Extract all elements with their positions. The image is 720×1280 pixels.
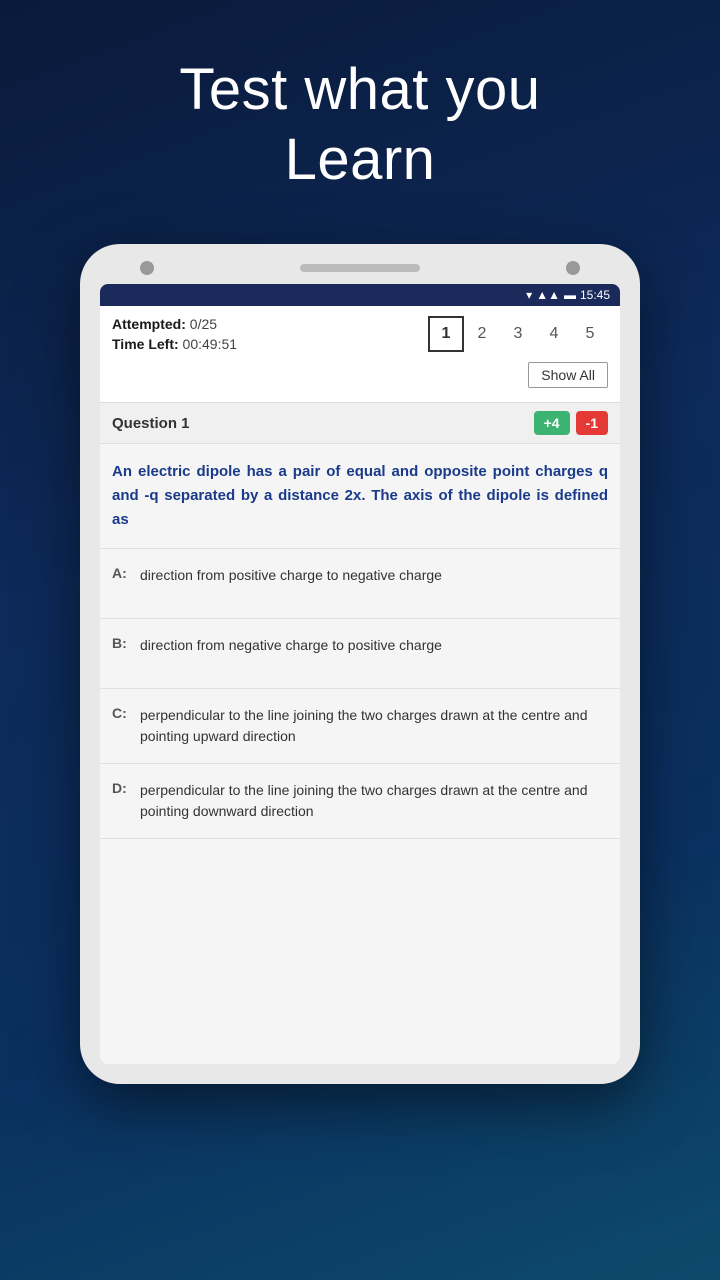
option-d-text: perpendicular to the line joining the tw…: [140, 780, 608, 822]
question-header: Question 1 +4 -1: [100, 403, 620, 444]
status-bar: ▾ ▲▲ ▬ 15:45: [100, 284, 620, 306]
negative-score-badge: -1: [576, 411, 608, 435]
q-num-1[interactable]: 1: [428, 316, 464, 352]
option-b[interactable]: B: direction from negative charge to pos…: [100, 619, 620, 689]
phone-camera-right: [566, 261, 580, 275]
option-b-text: direction from negative charge to positi…: [140, 635, 608, 656]
time-left-row: Time Left: 00:49:51: [112, 336, 428, 352]
quiz-header: Attempted: 0/25 Time Left: 00:49:51 1 2 …: [100, 306, 620, 403]
wifi-icon: ▾: [526, 288, 532, 302]
hero-title: Test what you Learn: [179, 55, 540, 194]
battery-icon: ▬: [564, 288, 576, 302]
q-num-5[interactable]: 5: [572, 316, 608, 352]
option-a[interactable]: A: direction from positive charge to neg…: [100, 549, 620, 619]
score-badges: +4 -1: [534, 411, 608, 435]
option-c-label: C:: [112, 705, 132, 721]
signal-icon: ▲▲: [536, 288, 560, 302]
option-c[interactable]: C: perpendicular to the line joining the…: [100, 689, 620, 764]
attempted-row: Attempted: 0/25: [112, 316, 428, 332]
time-display: 15:45: [580, 288, 610, 302]
phone-screen: ▾ ▲▲ ▬ 15:45 Attempted: 0/25 Time Left: …: [100, 284, 620, 1064]
q-num-4[interactable]: 4: [536, 316, 572, 352]
quiz-stats: Attempted: 0/25 Time Left: 00:49:51 1 2 …: [112, 316, 608, 356]
option-d-label: D:: [112, 780, 132, 796]
option-a-label: A:: [112, 565, 132, 581]
question-text: An electric dipole has a pair of equal a…: [100, 444, 620, 549]
status-icons: ▾ ▲▲ ▬ 15:45: [526, 288, 610, 302]
attempted-value: 0/25: [190, 316, 217, 332]
show-all-button[interactable]: Show All: [528, 362, 608, 388]
option-d[interactable]: D: perpendicular to the line joining the…: [100, 764, 620, 839]
time-left-value: 00:49:51: [183, 336, 238, 352]
attempted-label: Attempted:: [112, 316, 186, 332]
option-b-label: B:: [112, 635, 132, 651]
phone-top-bar: [100, 264, 620, 272]
show-all-row: Show All: [112, 358, 608, 392]
option-c-text: perpendicular to the line joining the tw…: [140, 705, 608, 747]
question-label: Question 1: [112, 415, 190, 432]
stats-left: Attempted: 0/25 Time Left: 00:49:51: [112, 316, 428, 356]
positive-score-badge: +4: [534, 411, 570, 435]
q-num-2[interactable]: 2: [464, 316, 500, 352]
phone-camera: [140, 261, 154, 275]
question-numbers[interactable]: 1 2 3 4 5: [428, 316, 608, 352]
option-a-text: direction from positive charge to negati…: [140, 565, 608, 586]
q-num-3[interactable]: 3: [500, 316, 536, 352]
phone-speaker: [300, 264, 420, 272]
phone-mockup: ▾ ▲▲ ▬ 15:45 Attempted: 0/25 Time Left: …: [80, 244, 640, 1084]
time-left-label: Time Left:: [112, 336, 179, 352]
